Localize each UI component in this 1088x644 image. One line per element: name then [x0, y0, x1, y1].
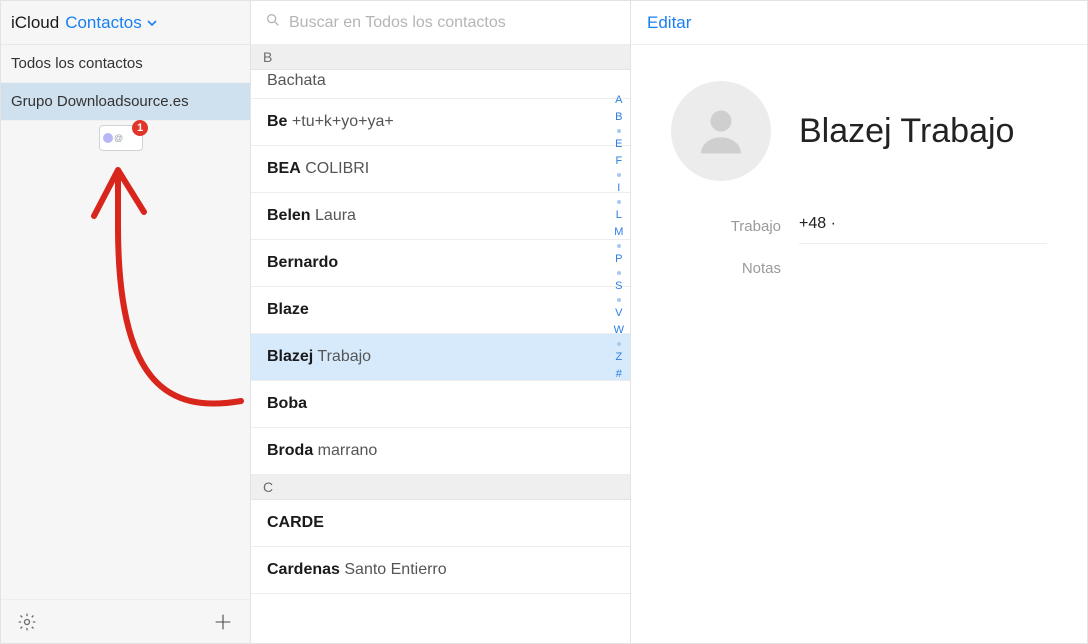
contact-row[interactable]: Belen Laura — [251, 193, 630, 240]
contact-row-primary: Cardenas — [267, 561, 340, 578]
alpha-index-dot[interactable] — [617, 271, 621, 275]
contact-row-primary: CARDE — [267, 514, 324, 531]
contact-row-primary: Blaze — [267, 301, 309, 318]
plus-icon[interactable] — [212, 611, 234, 633]
alpha-index-dot[interactable] — [617, 342, 621, 346]
alpha-index-letter[interactable]: # — [616, 369, 622, 380]
contact-name: Blazej Trabajo — [799, 112, 1014, 151]
contact-detail-panel: Editar Blazej Trabajo Trabajo +48 · Nota… — [631, 1, 1087, 643]
contact-row[interactable]: BEA COLIBRI — [251, 146, 630, 193]
contact-row[interactable]: Blazej Trabajo — [251, 334, 630, 381]
contact-row-primary: Broda — [267, 442, 313, 459]
contact-row-secondary: COLIBRI — [301, 160, 369, 177]
search-input[interactable] — [289, 14, 616, 32]
contact-row-primary: Belen — [267, 207, 311, 224]
phone-field: Trabajo +48 · — [631, 203, 1087, 254]
notes-label: Notas — [671, 260, 781, 277]
alpha-index-letter[interactable]: W — [614, 325, 624, 336]
contact-row[interactable]: Be +tu+k+yo+ya+ — [251, 99, 630, 146]
alpha-index-letter[interactable]: M — [614, 227, 623, 238]
contact-row[interactable]: Bernardo — [251, 240, 630, 287]
contact-row-secondary: Santo Entierro — [340, 561, 447, 578]
drag-count-badge: 1 — [132, 120, 148, 136]
contact-row-primary: Bernardo — [267, 254, 338, 271]
alpha-index-letter[interactable]: S — [615, 281, 622, 292]
edit-button[interactable]: Editar — [647, 13, 691, 33]
alpha-index-letter[interactable]: L — [616, 210, 622, 221]
sidebar-item-all-contacts[interactable]: Todos los contactos — [1, 45, 250, 83]
contact-row-secondary: Laura — [311, 207, 356, 224]
alpha-index-letter[interactable]: E — [615, 139, 622, 150]
contact-row[interactable]: Cardenas Santo Entierro — [251, 547, 630, 594]
sidebar-item-label: Todos los contactos — [11, 55, 143, 72]
phone-label: Trabajo — [671, 218, 781, 235]
section-header: B — [251, 45, 630, 70]
contacts-menu-label: Contactos — [65, 13, 142, 33]
app-root: iCloud Contactos Todos los contactos Gru… — [0, 0, 1088, 644]
vcard-at-icon: @ — [114, 133, 123, 143]
alpha-index-dot[interactable] — [617, 200, 621, 204]
annotation-arrow-icon — [26, 146, 256, 446]
alpha-index-letter[interactable]: P — [615, 254, 622, 265]
gear-icon[interactable] — [17, 612, 37, 632]
sidebar-footer — [1, 599, 250, 643]
contacts-list-panel: BBachataBe +tu+k+yo+ya+BEA COLIBRIBelen … — [251, 1, 631, 643]
alpha-index-dot[interactable] — [617, 173, 621, 177]
sidebar-header: iCloud Contactos — [1, 1, 250, 45]
app-title: iCloud — [11, 13, 59, 33]
profile-section: Blazej Trabajo — [631, 45, 1087, 203]
contact-row-primary: BEA — [267, 160, 301, 177]
alpha-index-dot[interactable] — [617, 129, 621, 133]
notes-field: Notas — [631, 254, 1087, 287]
contact-row-secondary: Bachata — [267, 72, 326, 89]
phone-value[interactable]: +48 · — [799, 209, 1047, 244]
avatar-placeholder-icon — [691, 101, 751, 161]
contacts-menu[interactable]: Contactos — [65, 13, 158, 33]
alpha-index-letter[interactable]: F — [615, 156, 622, 167]
contact-row-secondary: marrano — [313, 442, 377, 459]
alpha-index-letter[interactable]: B — [615, 112, 622, 123]
dragged-vcard-icon[interactable]: @ 1 — [99, 125, 143, 151]
alpha-index-letter[interactable]: Z — [615, 352, 622, 363]
search-bar[interactable] — [251, 1, 630, 45]
alpha-index-dot[interactable] — [617, 244, 621, 248]
contact-row-primary: Boba — [267, 395, 307, 412]
contact-row[interactable]: Boba — [251, 381, 630, 428]
alphabet-index[interactable]: AB EF I LM P S VW Z # — [614, 95, 624, 380]
detail-header: Editar — [631, 1, 1087, 45]
chevron-down-icon — [146, 17, 158, 29]
section-header: C — [251, 475, 630, 500]
contact-row[interactable]: Blaze — [251, 287, 630, 334]
alpha-index-letter[interactable]: V — [615, 308, 622, 319]
search-icon — [265, 12, 281, 33]
contact-row-secondary: Trabajo — [313, 348, 371, 365]
notes-value[interactable] — [799, 261, 1047, 277]
alpha-index-dot[interactable] — [617, 298, 621, 302]
contact-row[interactable]: Bachata — [251, 70, 630, 99]
contact-row-primary: Blazej — [267, 348, 313, 365]
contact-row-secondary: +tu+k+yo+ya+ — [287, 113, 393, 130]
sidebar-item-label: Grupo Downloadsource.es — [11, 93, 189, 110]
contacts-list[interactable]: BBachataBe +tu+k+yo+ya+BEA COLIBRIBelen … — [251, 45, 630, 643]
contact-row[interactable]: CARDE — [251, 500, 630, 547]
contact-row[interactable]: Broda marrano — [251, 428, 630, 475]
avatar[interactable] — [671, 81, 771, 181]
alpha-index-letter[interactable]: A — [615, 95, 622, 106]
contact-row-primary: Be — [267, 113, 287, 130]
alpha-index-letter[interactable]: I — [617, 183, 620, 194]
vcard-avatar-dot — [103, 133, 113, 143]
sidebar: iCloud Contactos Todos los contactos Gru… — [1, 1, 251, 643]
sidebar-item-group[interactable]: Grupo Downloadsource.es — [1, 83, 250, 121]
